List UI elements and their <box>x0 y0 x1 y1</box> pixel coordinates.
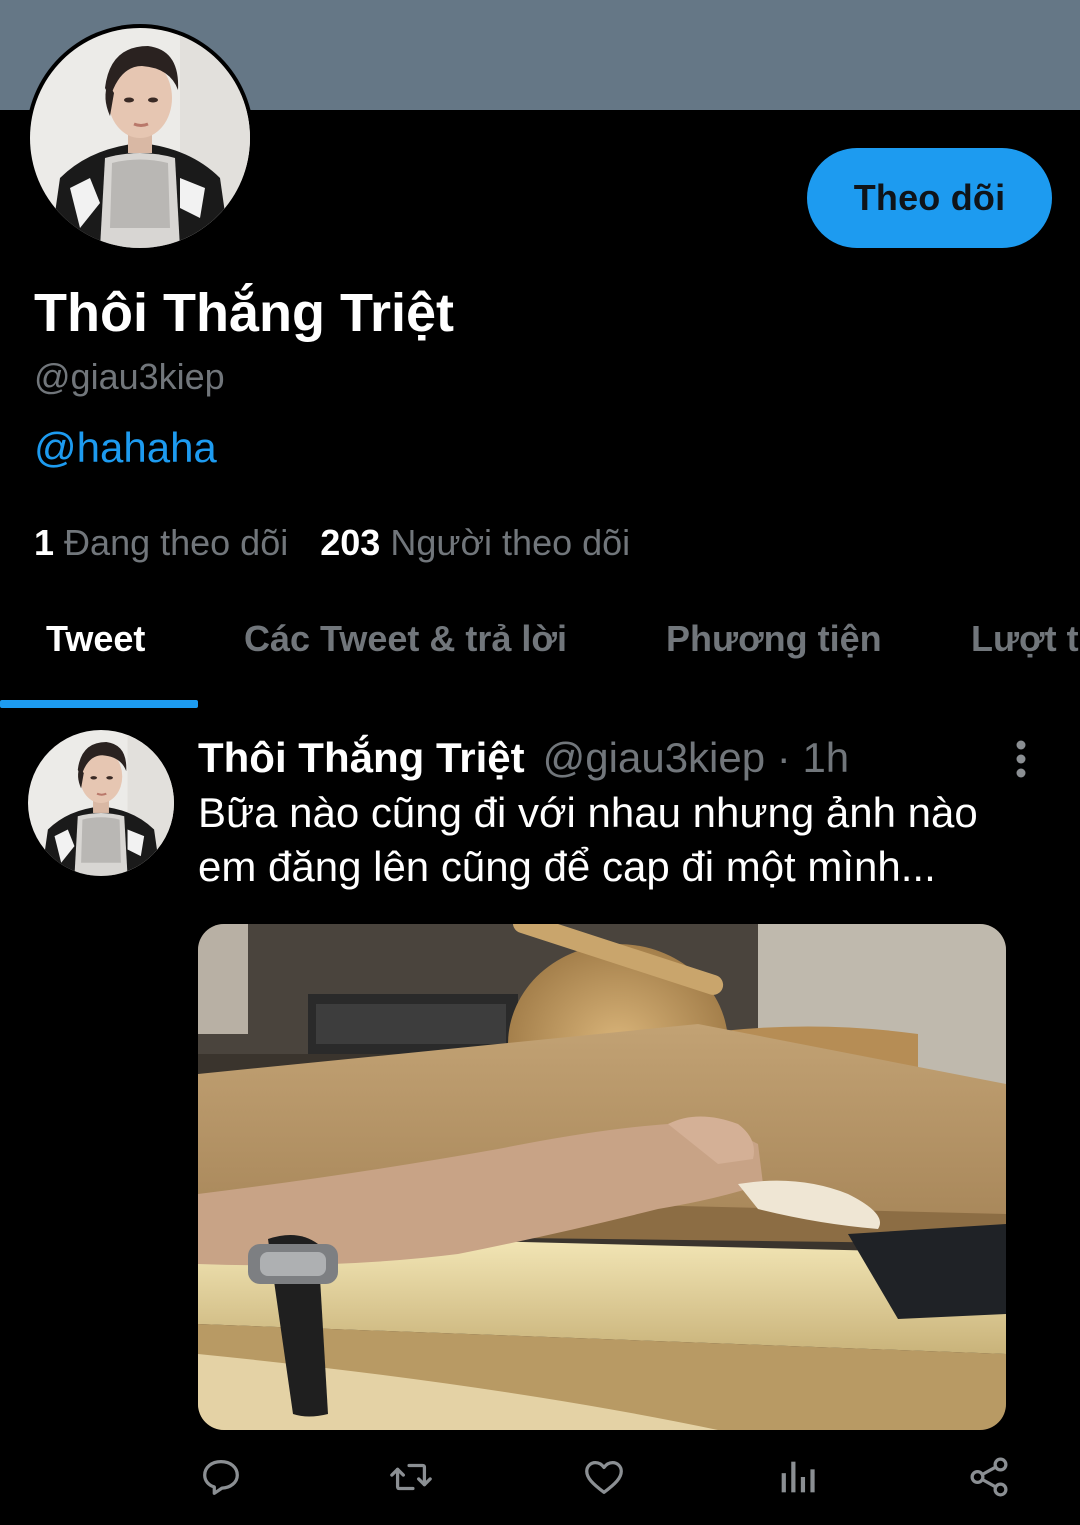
more-vertical-icon <box>1016 740 1026 778</box>
tweet-header: Thôi Thắng Triệt @giau3kiep · 1h <box>198 734 849 782</box>
reply-button[interactable] <box>198 1454 244 1500</box>
followers-count: 203 <box>320 522 381 563</box>
tweet-author-handle[interactable]: @giau3kiep <box>543 734 765 781</box>
following-count: 1 <box>34 522 55 563</box>
tweet-photo <box>198 924 1006 1430</box>
tweet-meta-separator: · <box>776 734 791 781</box>
like-icon <box>585 1460 623 1494</box>
profile-tabs: Tweet Các Tweet & trả lời Phương tiện Lư… <box>0 600 1080 708</box>
followers-label: Người theo dõi <box>390 522 631 563</box>
following-label: Đang theo dõi <box>64 522 289 563</box>
tab-tweets-and-replies[interactable]: Các Tweet & trả lời <box>244 618 567 660</box>
retweet-icon <box>390 1463 432 1491</box>
tab-media[interactable]: Phương tiện <box>666 618 882 660</box>
tweet-more-button[interactable] <box>1004 738 1038 782</box>
share-button[interactable] <box>966 1454 1012 1500</box>
tweet-actions <box>0 1448 1080 1508</box>
profile-display-name: Thôi Thắng Triệt <box>34 283 454 343</box>
tweet-author-name[interactable]: Thôi Thắng Triệt <box>198 734 525 781</box>
profile-handle: @giau3kiep <box>34 356 225 397</box>
active-tab-indicator <box>0 700 198 708</box>
tab-likes[interactable]: Lượt thích <box>971 618 1080 660</box>
followers-stat[interactable]: 203 Người theo dõi <box>320 522 630 563</box>
retweet-button[interactable] <box>388 1454 434 1500</box>
tweet-avatar-image <box>28 730 174 876</box>
reply-icon <box>203 1460 239 1495</box>
profile-avatar[interactable] <box>26 24 254 252</box>
analytics-button[interactable] <box>774 1454 820 1500</box>
following-stat[interactable]: 1 Đang theo dõi <box>34 522 288 563</box>
analytics-icon <box>781 1461 815 1493</box>
tweet-timestamp[interactable]: 1h <box>802 734 849 781</box>
tweet-media-image[interactable] <box>198 924 1006 1430</box>
tweet-author-avatar[interactable] <box>28 730 174 876</box>
profile-stats: 1 Đang theo dõi 203 Người theo dõi <box>34 522 630 564</box>
follow-button[interactable]: Theo dõi <box>807 148 1052 248</box>
avatar-image <box>30 28 250 248</box>
tweet-text: Bữa nào cũng đi với nhau nhưng ảnh nào e… <box>198 789 978 890</box>
bio-mention-link[interactable]: @hahaha <box>34 424 217 472</box>
share-icon <box>970 1457 1008 1497</box>
tab-tweets[interactable]: Tweet <box>46 618 145 660</box>
like-button[interactable] <box>581 1454 627 1500</box>
